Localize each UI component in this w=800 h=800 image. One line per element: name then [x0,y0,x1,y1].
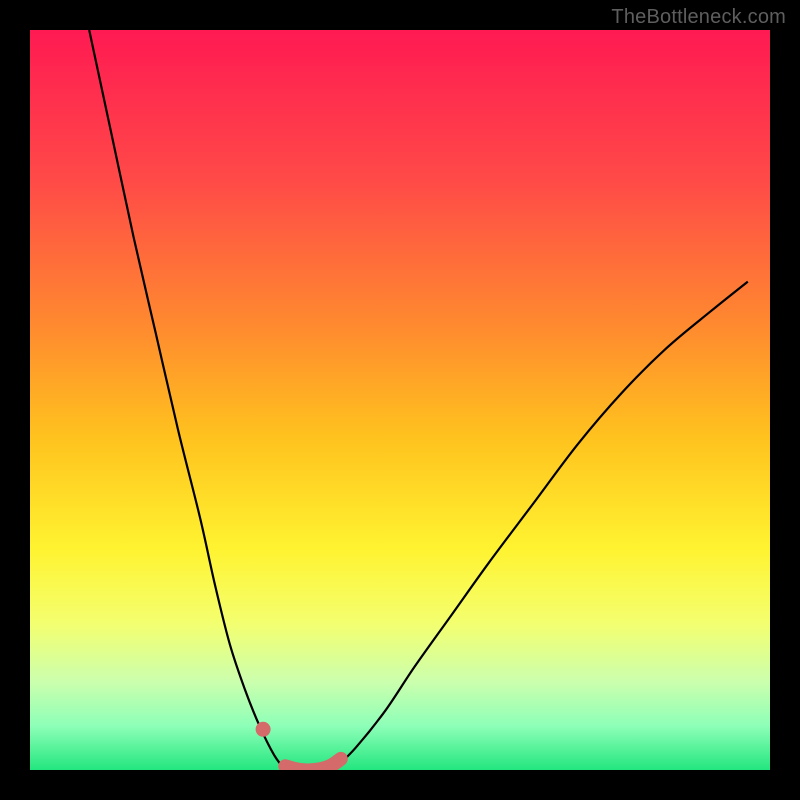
chart-canvas: TheBottleneck.com [0,0,800,800]
valley-marker-dot [256,722,271,737]
bottleneck-chart [0,0,800,800]
watermark-label: TheBottleneck.com [611,6,786,29]
plot-background [30,30,770,770]
